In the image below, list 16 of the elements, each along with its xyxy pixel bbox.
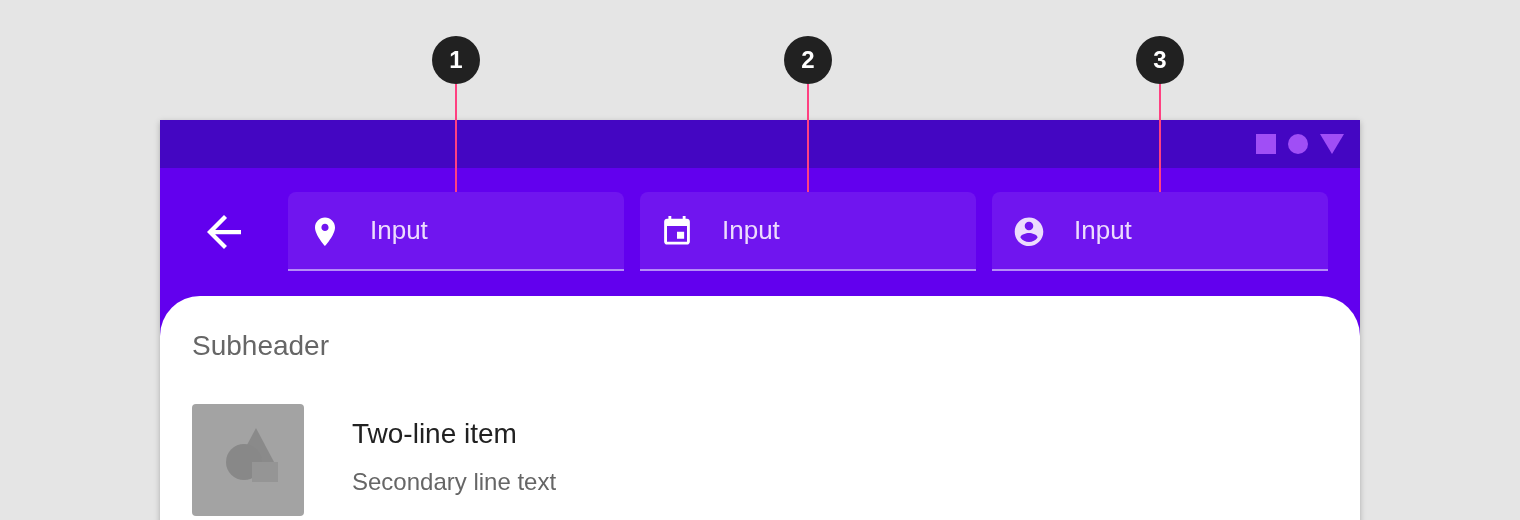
back-arrow-icon bbox=[207, 214, 241, 249]
item-secondary-text: Secondary line text bbox=[352, 467, 557, 497]
input-field[interactable]: Input bbox=[992, 192, 1328, 271]
input-field[interactable]: Input bbox=[640, 192, 976, 271]
placeholder-text: Input bbox=[370, 214, 428, 247]
circle-icon bbox=[1288, 134, 1308, 154]
placeholder-text: Input bbox=[1074, 214, 1132, 247]
input-field[interactable]: Input bbox=[288, 192, 624, 271]
item-title: Two-line item bbox=[352, 417, 518, 451]
subheader: Subheader bbox=[191, 329, 329, 363]
calendar-icon bbox=[662, 215, 692, 246]
list-item[interactable]: Two-line item Secondary line text bbox=[160, 404, 1360, 516]
square-icon bbox=[1256, 134, 1276, 154]
person-icon bbox=[1014, 215, 1044, 246]
triangle-icon bbox=[1320, 134, 1344, 154]
placeholder-text: Input bbox=[722, 214, 780, 247]
